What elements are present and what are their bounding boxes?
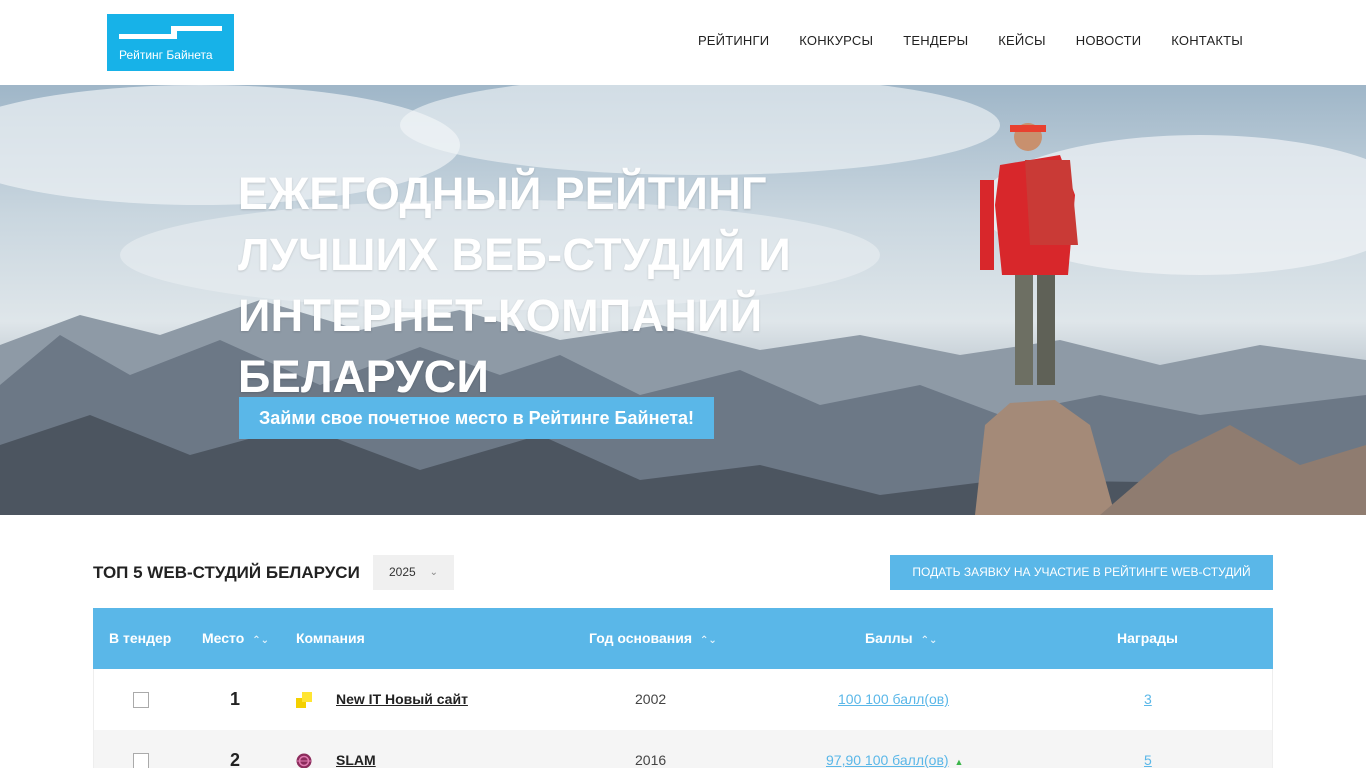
logo-bar bbox=[119, 34, 177, 39]
company-link[interactable]: New IT Новый сайт bbox=[336, 669, 468, 730]
awards-count: 3 bbox=[1144, 691, 1152, 707]
score-value: 97,90 100 балл(ов) bbox=[826, 752, 949, 768]
nav-item-news[interactable]: НОВОСТИ bbox=[1076, 33, 1142, 48]
nav-item-contacts[interactable]: КОНТАКТЫ bbox=[1171, 33, 1243, 48]
sort-icon: ⌃⌄ bbox=[699, 635, 717, 646]
table-row: 1 New IT Новый сайт 2002 100 100 балл(ов… bbox=[93, 669, 1273, 730]
logo-bar bbox=[171, 26, 222, 31]
year-select-value: 2025 bbox=[389, 565, 416, 579]
tender-checkbox[interactable] bbox=[133, 753, 149, 768]
hero-title-line: ЕЖЕГОДНЫЙ РЕЙТИНГ bbox=[238, 168, 767, 219]
hero-cta-button[interactable]: Займи свое почетное место в Рейтинге Бай… bbox=[239, 397, 715, 439]
company-name: SLAM bbox=[336, 752, 376, 768]
top-studios-title: ТОП 5 WEB-СТУДИЙ БЕЛАРУСИ bbox=[93, 563, 360, 582]
company-logo-icon bbox=[296, 753, 312, 768]
header-score-label: Баллы bbox=[865, 630, 913, 646]
header-founded[interactable]: Год основания ⌃⌄ bbox=[589, 608, 717, 669]
ratings-table: В тендер Место ⌃⌄ Компания Год основания ⌃… bbox=[93, 608, 1273, 768]
place-number: 1 bbox=[230, 689, 241, 709]
logo-text: Рейтинг Байнета bbox=[119, 48, 213, 62]
company-link[interactable]: SLAM bbox=[336, 730, 376, 768]
place-number: 2 bbox=[230, 750, 241, 768]
main-nav: РЕЙТИНГИ КОНКУРСЫ ТЕНДЕРЫ КЕЙСЫ НОВОСТИ … bbox=[698, 33, 1243, 48]
hero-title-line: ИНТЕРНЕТ-КОМПАНИЙ bbox=[238, 290, 763, 341]
hero-title: ЕЖЕГОДНЫЙ РЕЙТИНГ ЛУЧШИХ ВЕБ-СТУДИЙ И ИН… bbox=[238, 163, 838, 407]
logo-bar bbox=[171, 26, 177, 39]
nav-item-contests[interactable]: КОНКУРСЫ bbox=[799, 33, 873, 48]
founded-year: 2016 bbox=[635, 752, 667, 768]
header-score[interactable]: Баллы ⌃⌄ bbox=[865, 608, 937, 669]
sort-icon: ⌃⌄ bbox=[920, 635, 938, 646]
header-tender-label: В тендер bbox=[109, 630, 172, 646]
header-company: Компания bbox=[296, 608, 365, 669]
header-awards: Награды bbox=[1117, 608, 1178, 669]
company-name: New IT Новый сайт bbox=[336, 691, 468, 707]
hero-banner: ЕЖЕГОДНЫЙ РЕЙТИНГ ЛУЧШИХ ВЕБ-СТУДИЙ И ИН… bbox=[0, 85, 1366, 515]
nav-item-ratings[interactable]: РЕЙТИНГИ bbox=[698, 33, 769, 48]
chevron-down-icon: ⌄ bbox=[429, 567, 438, 578]
year-select[interactable]: 2025 ⌄ bbox=[373, 555, 454, 590]
header-founded-label: Год основания bbox=[589, 630, 692, 646]
nav-item-tenders[interactable]: ТЕНДЕРЫ bbox=[903, 33, 968, 48]
trend-up-icon: ▲ bbox=[954, 757, 964, 767]
sort-icon: ⌃⌄ bbox=[252, 635, 270, 646]
table-header: В тендер Место ⌃⌄ Компания Год основания ⌃… bbox=[93, 608, 1273, 669]
nav-item-cases[interactable]: КЕЙСЫ bbox=[998, 33, 1045, 48]
awards-count: 5 bbox=[1144, 752, 1152, 768]
score-link[interactable]: 100 100 балл(ов) bbox=[838, 669, 949, 730]
awards-link[interactable]: 5 bbox=[1144, 730, 1152, 768]
header-place[interactable]: Место ⌃⌄ bbox=[202, 608, 269, 669]
tender-checkbox[interactable] bbox=[133, 692, 149, 708]
header-place-label: Место bbox=[202, 630, 245, 646]
company-logo-icon bbox=[296, 692, 312, 708]
founded-year: 2002 bbox=[635, 691, 667, 707]
hero-title-line: ЛУЧШИХ ВЕБ-СТУДИЙ И bbox=[238, 229, 791, 280]
site-header: Рейтинг Байнета РЕЙТИНГИ КОНКУРСЫ ТЕНДЕР… bbox=[0, 0, 1366, 85]
score-value: 100 100 балл(ов) bbox=[838, 691, 949, 707]
score-link[interactable]: 97,90 100 балл(ов) ▲ bbox=[826, 730, 963, 768]
table-row: 2 SLAM 2016 97,90 100 балл(ов) ▲ 5 bbox=[93, 730, 1273, 768]
header-tender: В тендер bbox=[109, 608, 171, 669]
apply-rating-button[interactable]: ПОДАТЬ ЗАЯВКУ НА УЧАСТИЕ В РЕЙТИНГЕ WEB-… bbox=[890, 555, 1273, 590]
awards-link[interactable]: 3 bbox=[1144, 669, 1152, 730]
header-awards-label: Награды bbox=[1117, 630, 1178, 646]
header-company-label: Компания bbox=[296, 630, 365, 646]
site-logo[interactable]: Рейтинг Байнета bbox=[107, 14, 234, 71]
